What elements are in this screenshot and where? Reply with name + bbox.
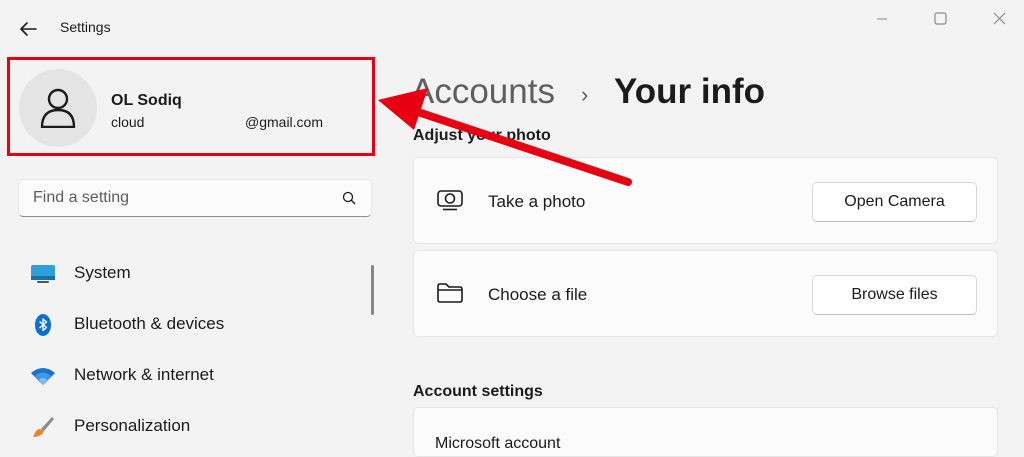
camera-icon [437, 190, 463, 211]
microsoft-account-label: Microsoft account [435, 435, 561, 452]
take-photo-card: Take a photo Open Camera [413, 157, 998, 244]
maximize-icon[interactable] [926, 8, 954, 30]
bluetooth-icon [35, 314, 51, 336]
choose-file-card: Choose a file Browse files [413, 250, 998, 337]
page-title: Your info [614, 72, 765, 111]
section-title-account-settings: Account settings [413, 383, 543, 400]
breadcrumb: Accounts › Your info [411, 72, 765, 112]
sidebar-item-label: Bluetooth & devices [74, 314, 225, 333]
sidebar-item-network[interactable]: Network & internet [22, 355, 362, 395]
breadcrumb-parent[interactable]: Accounts [411, 72, 555, 111]
sidebar-item-personalization[interactable]: Personalization [22, 406, 362, 446]
sidebar-item-label: Network & internet [74, 365, 214, 384]
brush-icon [33, 417, 54, 437]
sidebar-item-label: Personalization [74, 416, 191, 435]
open-camera-button[interactable]: Open Camera [812, 182, 977, 222]
sidebar-scrollbar[interactable] [371, 265, 374, 315]
back-arrow-icon[interactable] [16, 17, 40, 41]
microsoft-account-card[interactable]: Microsoft account [413, 407, 998, 457]
close-icon[interactable] [985, 8, 1013, 30]
highlight-box [7, 57, 375, 156]
app-title: Settings [60, 19, 111, 35]
section-title-photo: Adjust your photo [413, 127, 551, 144]
sidebar-item-label: System [74, 263, 131, 282]
system-icon [31, 265, 55, 283]
wifi-icon [31, 368, 55, 385]
breadcrumb-separator: › [581, 82, 589, 107]
minimize-icon[interactable] [868, 8, 896, 30]
title-bar: Settings [0, 0, 1024, 54]
sidebar-item-bluetooth[interactable]: Bluetooth & devices [22, 304, 362, 344]
search-input[interactable] [31, 188, 335, 208]
search-box[interactable] [18, 179, 372, 217]
search-icon[interactable] [342, 191, 356, 205]
sidebar-item-system[interactable]: System [22, 253, 362, 293]
choose-file-label: Choose a file [488, 285, 588, 304]
folder-icon [437, 283, 463, 303]
browse-files-button[interactable]: Browse files [812, 275, 977, 315]
take-photo-label: Take a photo [488, 192, 586, 211]
